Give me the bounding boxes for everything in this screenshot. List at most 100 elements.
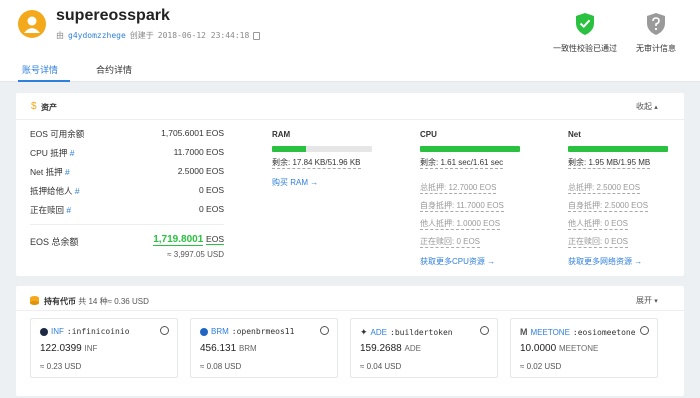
token-action-icon[interactable] bbox=[160, 326, 169, 335]
cpu-bar bbox=[420, 146, 520, 152]
created-mid: 创建于 bbox=[129, 31, 154, 40]
chevron-down-icon: ▾ bbox=[654, 298, 658, 305]
cpu-self-stake: 自身抵押: 11.7000 EOS bbox=[420, 201, 504, 212]
asset-value-available: 1,705.6001 EOS bbox=[161, 128, 224, 138]
buy-ram-link[interactable]: 购买 RAM → bbox=[272, 177, 318, 188]
assets-title: 资产 bbox=[41, 103, 57, 112]
cpu-refunding: 正在赎回: 0 EOS bbox=[420, 237, 481, 248]
inf-token-icon bbox=[40, 327, 48, 336]
asset-value-net: 2.5000 EOS bbox=[177, 166, 224, 176]
net-hash-link[interactable]: # bbox=[65, 167, 70, 177]
net-refunding: 正在赎回: 0 EOS bbox=[568, 237, 629, 248]
token-action-icon[interactable] bbox=[480, 326, 489, 335]
token-symbol[interactable]: MEETONE bbox=[531, 328, 570, 337]
assets-divider bbox=[16, 119, 684, 120]
token-amount: 122.0399 bbox=[40, 343, 82, 354]
net-total-stake: 总抵押: 2.5000 EOS bbox=[568, 183, 641, 194]
total-unit: EOS bbox=[206, 234, 224, 245]
asset-label-delegated: 抵押给他人 # bbox=[30, 186, 80, 196]
account-name: supereosspark bbox=[56, 7, 170, 24]
cpu-hash-link[interactable]: # bbox=[70, 148, 75, 158]
token-card-brm[interactable]: BRM:openbrmeos11 456.131 BRM ≈ 0.08 USD bbox=[190, 318, 338, 378]
token-amount: 10.0000 bbox=[520, 343, 557, 354]
created-at: 2018-06-12 23:44:18 bbox=[157, 31, 250, 40]
cpu-remaining: 剩余: 1.61 sec/1.61 sec bbox=[420, 158, 504, 169]
more-net-link[interactable]: 获取更多网络资源 → bbox=[568, 256, 642, 267]
more-cpu-link[interactable]: 获取更多CPU资源 → bbox=[420, 256, 495, 267]
total-balance: 1,719.8001 EOS bbox=[120, 234, 224, 246]
delegated-hash-link[interactable]: # bbox=[75, 186, 80, 196]
net-bar-fill bbox=[568, 146, 668, 152]
token-symbol-row: M MEETONE:eosiomeetone bbox=[520, 327, 636, 337]
tokens-title: 持有代币 bbox=[44, 297, 76, 306]
token-symbol[interactable]: INF bbox=[51, 327, 64, 336]
refunding-hash-link[interactable]: # bbox=[66, 205, 71, 215]
token-amount-row: 10.0000 MEETONE bbox=[520, 343, 598, 354]
shield-check-icon bbox=[576, 13, 594, 35]
token-contract: :buildertoken bbox=[390, 328, 453, 337]
ram-remaining: 剩余: 17.84 KB/51.96 KB bbox=[272, 158, 361, 169]
cpu-others-stake: 他人抵押: 1.0000 EOS bbox=[420, 219, 501, 230]
tokens-divider bbox=[16, 310, 684, 311]
expand-toggle[interactable]: 展开 ▾ bbox=[636, 295, 658, 306]
token-unit: BRM bbox=[238, 344, 257, 353]
token-contract: :infinicoinio bbox=[66, 327, 130, 336]
consistency-badge[interactable]: 一致性校验已通过 bbox=[553, 12, 617, 54]
asset-label-net: Net 抵押 # bbox=[30, 167, 70, 177]
cpu-total-stake: 总抵押: 12.7000 EOS bbox=[420, 183, 497, 194]
asset-label-cpu: CPU 抵押 # bbox=[30, 148, 75, 158]
collapse-label: 收起 bbox=[636, 102, 652, 111]
created-by-prefix: 由 bbox=[56, 31, 64, 40]
cpu-bar-fill bbox=[420, 146, 520, 152]
collapse-toggle[interactable]: 收起 ▴ bbox=[636, 101, 658, 112]
tab-contract-details[interactable]: 合约详情 bbox=[96, 63, 132, 76]
token-action-icon[interactable] bbox=[320, 326, 329, 335]
token-action-icon[interactable] bbox=[640, 326, 649, 335]
asset-value-refunding: 0 EOS bbox=[198, 204, 224, 214]
total-divider bbox=[30, 224, 224, 225]
token-amount-row: 122.0399 INF bbox=[40, 343, 97, 354]
net-remaining: 剩余: 1.95 MB/1.95 MB bbox=[568, 158, 651, 169]
audit-label: 无审计信息 bbox=[636, 44, 676, 53]
token-usd: ≈ 0.08 USD bbox=[200, 362, 242, 371]
copy-icon[interactable] bbox=[253, 31, 261, 40]
tokens-summary: 共 14 种≈ 0.36 USD bbox=[78, 297, 149, 306]
total-usd: ≈ 3,997.05 USD bbox=[167, 250, 224, 259]
token-card-ade[interactable]: ✦ ADE:buildertoken 159.2688 ADE ≈ 0.04 U… bbox=[350, 318, 498, 378]
asset-label-refunding: 正在赎回 # bbox=[30, 205, 72, 215]
net-bar bbox=[568, 146, 668, 152]
dollar-icon: $ bbox=[31, 101, 37, 112]
cpu-title: CPU bbox=[420, 130, 437, 139]
audit-badge[interactable]: 无审计信息 bbox=[636, 12, 676, 54]
token-symbol-row: BRM:openbrmeos11 bbox=[200, 327, 294, 336]
total-label: EOS 总余额 bbox=[30, 237, 79, 247]
token-card-inf[interactable]: INF:infinicoinio 122.0399 INF ≈ 0.23 USD bbox=[30, 318, 178, 378]
creator-link[interactable]: g4ydomzzhege bbox=[68, 31, 126, 40]
token-card-meetone[interactable]: M MEETONE:eosiomeetone 10.0000 MEETONE ≈… bbox=[510, 318, 658, 378]
token-symbol-row: INF:infinicoinio bbox=[40, 327, 130, 336]
shield-question-icon bbox=[647, 13, 665, 35]
meetone-token-icon: M bbox=[520, 327, 528, 337]
token-amount-row: 456.131 BRM bbox=[200, 343, 257, 354]
token-usd: ≈ 0.02 USD bbox=[520, 362, 562, 371]
expand-label: 展开 bbox=[636, 296, 652, 305]
token-symbol[interactable]: BRM bbox=[211, 327, 229, 336]
tokens-header: 持有代币 共 14 种≈ 0.36 USD bbox=[44, 296, 149, 307]
ram-bar bbox=[272, 146, 372, 152]
asset-value-cpu: 11.7000 EOS bbox=[173, 147, 224, 157]
total-value: 1,719.8001 bbox=[153, 234, 204, 246]
asset-value-delegated: 0 EOS bbox=[198, 185, 224, 195]
consistency-label: 一致性校验已通过 bbox=[553, 44, 617, 53]
token-symbol[interactable]: ADE bbox=[371, 328, 387, 337]
token-symbol-row: ✦ ADE:buildertoken bbox=[360, 327, 453, 338]
token-amount-row: 159.2688 ADE bbox=[360, 343, 421, 354]
net-self-stake: 自身抵押: 2.5000 EOS bbox=[568, 201, 649, 212]
tab-account-details[interactable]: 账号详情 bbox=[22, 63, 58, 76]
token-unit: INF bbox=[84, 344, 98, 353]
created-info: 由 g4ydomzzhege 创建于 2018-06-12 23:44:18 bbox=[56, 30, 261, 41]
token-unit: MEETONE bbox=[558, 344, 599, 353]
asset-label-available: EOS 可用余额 bbox=[30, 129, 85, 139]
ade-token-icon: ✦ bbox=[360, 327, 368, 337]
token-contract: :eosiomeetone bbox=[572, 327, 636, 337]
ram-title: RAM bbox=[272, 130, 291, 139]
